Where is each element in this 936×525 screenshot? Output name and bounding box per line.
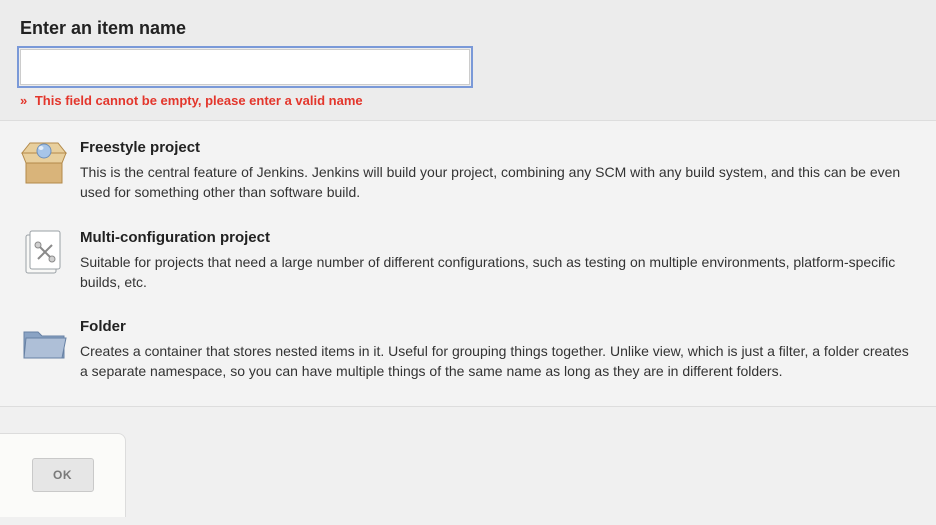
folder-icon: [20, 318, 68, 366]
error-text: This field cannot be empty, please enter…: [35, 93, 363, 108]
tools-icon: [20, 229, 68, 277]
option-title: Multi-configuration project: [80, 229, 916, 246]
page-title: Enter an item name: [20, 18, 916, 39]
validation-error: » This field cannot be empty, please ent…: [20, 93, 916, 108]
ok-button[interactable]: OK: [32, 458, 94, 492]
option-desc: This is the central feature of Jenkins. …: [80, 162, 916, 203]
footer-button-container: OK: [0, 433, 126, 517]
option-title: Folder: [80, 318, 916, 335]
header-panel: Enter an item name » This field cannot b…: [0, 0, 936, 120]
box-icon: [20, 139, 68, 187]
option-freestyle-project[interactable]: Freestyle project This is the central fe…: [20, 139, 916, 203]
error-arrow-icon: »: [20, 93, 27, 108]
option-folder[interactable]: Folder Creates a container that stores n…: [20, 318, 916, 382]
option-desc: Creates a container that stores nested i…: [80, 341, 916, 382]
footer-panel: OK: [0, 407, 936, 517]
option-desc: Suitable for projects that need a large …: [80, 252, 916, 293]
option-multi-configuration-project[interactable]: Multi-configuration project Suitable for…: [20, 229, 916, 293]
item-type-list: Freestyle project This is the central fe…: [0, 121, 936, 406]
option-title: Freestyle project: [80, 139, 916, 156]
item-name-input[interactable]: [20, 49, 470, 85]
